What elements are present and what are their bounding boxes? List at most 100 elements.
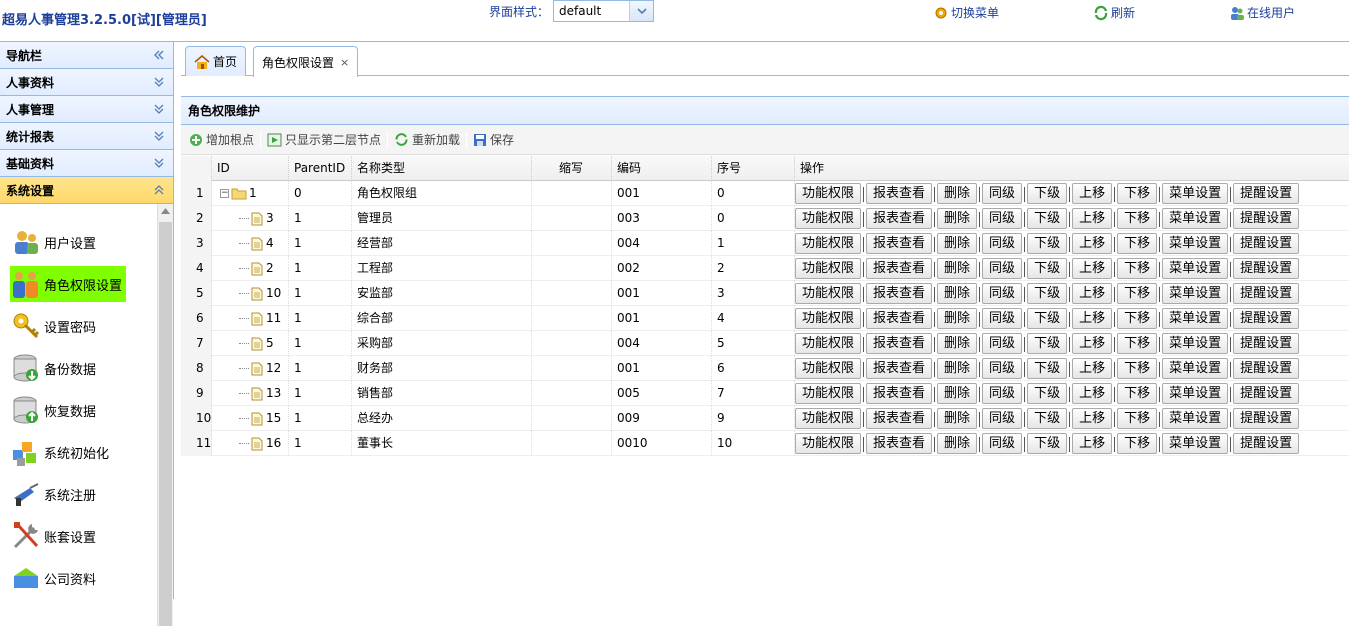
report-view-button[interactable]: 报表查看: [866, 383, 936, 404]
move-up-button[interactable]: 上移: [1072, 433, 1116, 454]
style-select[interactable]: default: [553, 0, 654, 22]
delete-button[interactable]: 删除: [937, 258, 981, 279]
sibling-button[interactable]: 同级: [982, 383, 1026, 404]
sibling-button[interactable]: 同级: [982, 408, 1026, 429]
move-down-button[interactable]: 下移: [1117, 308, 1161, 329]
function-permission-button[interactable]: 功能权限: [795, 208, 865, 229]
move-down-button[interactable]: 下移: [1117, 358, 1161, 379]
switch-menu-link[interactable]: 切换菜单: [933, 4, 999, 21]
nav-scrollbar[interactable]: [157, 204, 173, 626]
tab-role-permissions[interactable]: 角色权限设置 ×: [253, 46, 359, 77]
nav-item-account-settings[interactable]: 账套设置: [10, 518, 96, 554]
table-row[interactable]: 9 13 1 销售部 005 7 功能权限 报表查看 删除 同级 下级 上移 下移 菜单设置 提醒设置: [181, 381, 1349, 406]
sibling-button[interactable]: 同级: [982, 233, 1026, 254]
show-second-level-button[interactable]: 只显示第二层节点: [267, 131, 381, 148]
move-down-button[interactable]: 下移: [1117, 183, 1161, 204]
nav-section-system-settings[interactable]: 系统设置: [0, 177, 173, 204]
menu-settings-button[interactable]: 菜单设置: [1162, 383, 1232, 404]
sibling-button[interactable]: 同级: [982, 183, 1026, 204]
table-row[interactable]: 11 16 1 董事长 0010 10 功能权限 报表查看 删除 同级 下级 上移 下移 菜单设置 提醒设置: [181, 431, 1349, 456]
report-view-button[interactable]: 报表查看: [866, 408, 936, 429]
function-permission-button[interactable]: 功能权限: [795, 383, 865, 404]
table-row[interactable]: 3 4 1 经营部 004 1 功能权限 报表查看 删除 同级 下级 上移 下移 菜单设置 提醒设置: [181, 231, 1349, 256]
tab-home[interactable]: 首页: [185, 46, 247, 76]
reminder-settings-button[interactable]: 提醒设置: [1233, 233, 1300, 254]
child-button[interactable]: 下级: [1027, 333, 1071, 354]
online-users-link[interactable]: 在线用户: [1229, 4, 1295, 21]
save-button[interactable]: 保存: [473, 131, 514, 148]
reminder-settings-button[interactable]: 提醒设置: [1233, 208, 1300, 229]
report-view-button[interactable]: 报表查看: [866, 208, 936, 229]
move-down-button[interactable]: 下移: [1117, 283, 1161, 304]
nav-item-user-settings[interactable]: 用户设置: [10, 224, 96, 260]
column-header-parentid[interactable]: ParentID: [289, 156, 352, 181]
report-view-button[interactable]: 报表查看: [866, 333, 936, 354]
delete-button[interactable]: 删除: [937, 383, 981, 404]
nav-section-basic-data[interactable]: 基础资料: [0, 150, 173, 177]
expand-toggle-icon[interactable]: −: [220, 189, 229, 198]
reminder-settings-button[interactable]: 提醒设置: [1233, 283, 1300, 304]
collapse-icon[interactable]: [153, 49, 165, 61]
move-down-button[interactable]: 下移: [1117, 408, 1161, 429]
menu-settings-button[interactable]: 菜单设置: [1162, 233, 1232, 254]
nav-item-set-password[interactable]: 设置密码: [10, 308, 96, 344]
table-row[interactable]: 2 3 1 管理员 003 0 功能权限 报表查看 删除 同级 下级 上移 下移 菜单设置 提醒设置: [181, 206, 1349, 231]
function-permission-button[interactable]: 功能权限: [795, 233, 865, 254]
function-permission-button[interactable]: 功能权限: [795, 408, 865, 429]
menu-settings-button[interactable]: 菜单设置: [1162, 333, 1232, 354]
report-view-button[interactable]: 报表查看: [866, 358, 936, 379]
delete-button[interactable]: 删除: [937, 358, 981, 379]
reminder-settings-button[interactable]: 提醒设置: [1233, 258, 1300, 279]
column-header-code[interactable]: 编码: [612, 156, 712, 181]
report-view-button[interactable]: 报表查看: [866, 283, 936, 304]
child-button[interactable]: 下级: [1027, 283, 1071, 304]
child-button[interactable]: 下级: [1027, 308, 1071, 329]
table-row[interactable]: 10 15 1 总经办 009 9 功能权限 报表查看 删除 同级 下级 上移 下移 菜单设置 提醒设置: [181, 406, 1349, 431]
report-view-button[interactable]: 报表查看: [866, 233, 936, 254]
child-button[interactable]: 下级: [1027, 383, 1071, 404]
move-up-button[interactable]: 上移: [1072, 283, 1116, 304]
child-button[interactable]: 下级: [1027, 258, 1071, 279]
nav-section-personnel-management[interactable]: 人事管理: [0, 96, 173, 123]
sibling-button[interactable]: 同级: [982, 308, 1026, 329]
close-icon[interactable]: ×: [340, 56, 349, 69]
delete-button[interactable]: 删除: [937, 208, 981, 229]
table-row[interactable]: 1−1 0 角色权限组 001 0 功能权限 报表查看 删除 同级 下级 上移 下移 菜单设置 提醒设置: [181, 181, 1349, 206]
reminder-settings-button[interactable]: 提醒设置: [1233, 333, 1300, 354]
move-up-button[interactable]: 上移: [1072, 183, 1116, 204]
table-row[interactable]: 4 2 1 工程部 002 2 功能权限 报表查看 删除 同级 下级 上移 下移 菜单设置 提醒设置: [181, 256, 1349, 281]
chevron-up-icon[interactable]: [161, 208, 170, 214]
reminder-settings-button[interactable]: 提醒设置: [1233, 383, 1300, 404]
table-row[interactable]: 6 11 1 综合部 001 4 功能权限 报表查看 删除 同级 下级 上移 下移 菜单设置 提醒设置: [181, 306, 1349, 331]
add-root-button[interactable]: 增加根点: [189, 131, 254, 148]
report-view-button[interactable]: 报表查看: [866, 433, 936, 454]
move-up-button[interactable]: 上移: [1072, 308, 1116, 329]
function-permission-button[interactable]: 功能权限: [795, 333, 865, 354]
move-up-button[interactable]: 上移: [1072, 383, 1116, 404]
chevron-down-icon[interactable]: [629, 1, 653, 21]
nav-item-backup-data[interactable]: 备份数据: [10, 350, 96, 386]
delete-button[interactable]: 删除: [937, 233, 981, 254]
table-row[interactable]: 7 5 1 采购部 004 5 功能权限 报表查看 删除 同级 下级 上移 下移 菜单设置 提醒设置: [181, 331, 1349, 356]
function-permission-button[interactable]: 功能权限: [795, 433, 865, 454]
nav-section-personnel-data[interactable]: 人事资料: [0, 69, 173, 96]
table-row[interactable]: 5 10 1 安监部 001 3 功能权限 报表查看 删除 同级 下级 上移 下移 菜单设置 提醒设置: [181, 281, 1349, 306]
nav-section-reports[interactable]: 统计报表: [0, 123, 173, 150]
column-header-seq[interactable]: 序号: [712, 156, 795, 181]
delete-button[interactable]: 删除: [937, 308, 981, 329]
delete-button[interactable]: 删除: [937, 283, 981, 304]
move-down-button[interactable]: 下移: [1117, 333, 1161, 354]
child-button[interactable]: 下级: [1027, 233, 1071, 254]
nav-item-system-register[interactable]: 系统注册: [10, 476, 96, 512]
function-permission-button[interactable]: 功能权限: [795, 308, 865, 329]
function-permission-button[interactable]: 功能权限: [795, 283, 865, 304]
move-down-button[interactable]: 下移: [1117, 433, 1161, 454]
column-header-id[interactable]: ID: [212, 156, 289, 181]
refresh-link[interactable]: 刷新: [1093, 4, 1135, 21]
delete-button[interactable]: 删除: [937, 333, 981, 354]
move-up-button[interactable]: 上移: [1072, 233, 1116, 254]
sibling-button[interactable]: 同级: [982, 283, 1026, 304]
nav-item-company-info[interactable]: 公司资料: [10, 560, 96, 596]
table-row[interactable]: 8 12 1 财务部 001 6 功能权限 报表查看 删除 同级 下级 上移 下移 菜单设置 提醒设置: [181, 356, 1349, 381]
delete-button[interactable]: 删除: [937, 433, 981, 454]
